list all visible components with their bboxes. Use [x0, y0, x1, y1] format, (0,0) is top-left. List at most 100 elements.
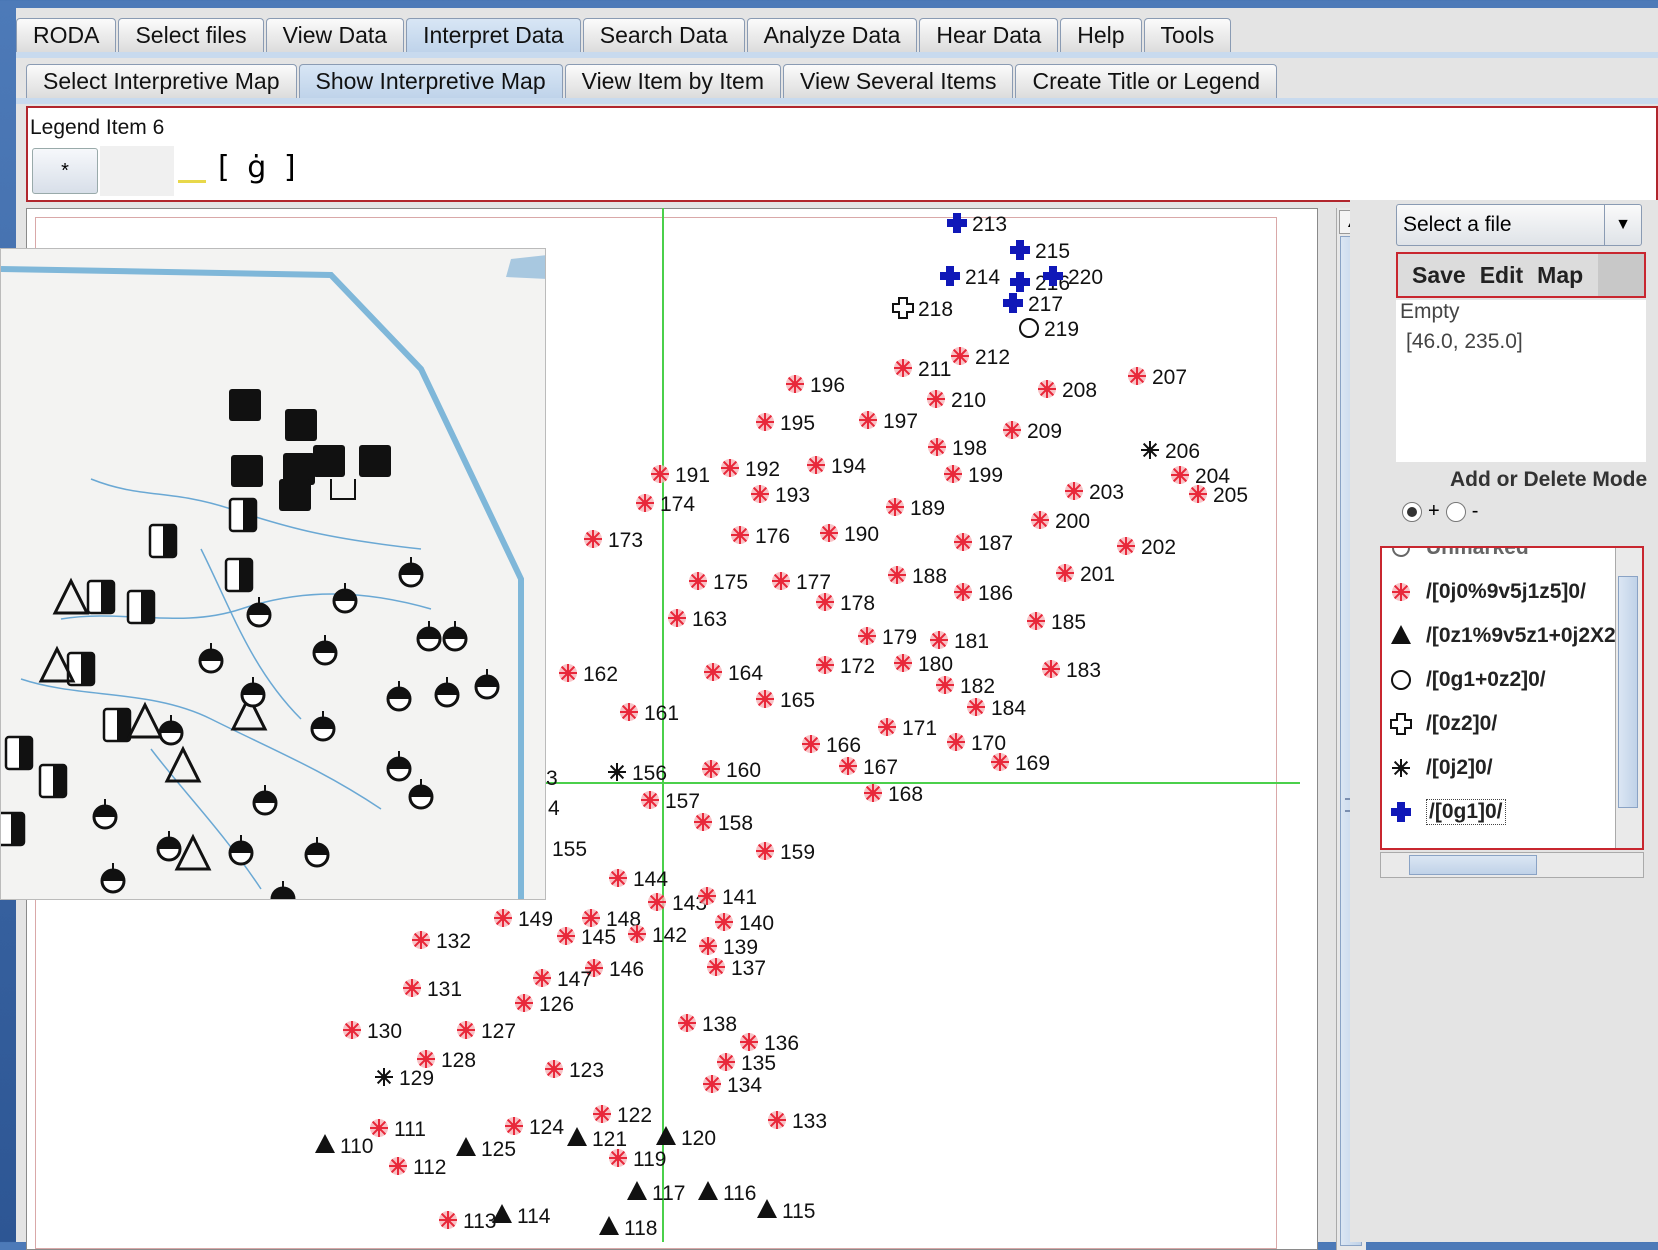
- chevron-down-icon[interactable]: ▼: [1604, 205, 1641, 245]
- map-point-178[interactable]: 178: [816, 592, 875, 615]
- symbol-list-item[interactable]: /[0j0%9v5j1z5]0/: [1388, 570, 1586, 614]
- map-point-159[interactable]: 159: [756, 841, 815, 864]
- list-hscroll-thumb[interactable]: [1409, 855, 1537, 875]
- map-point-187[interactable]: 187: [954, 532, 1013, 555]
- map-point-123[interactable]: 123: [545, 1059, 604, 1082]
- symbol-list-item[interactable]: /[0j2]0/: [1388, 746, 1493, 790]
- map-point-138[interactable]: 138: [678, 1013, 737, 1036]
- delete-mode-radio[interactable]: [1445, 501, 1466, 522]
- map-point-174[interactable]: 174: [636, 493, 695, 516]
- map-point-168[interactable]: 168: [864, 783, 923, 806]
- map-point-145[interactable]: 145: [557, 926, 616, 949]
- edit-button[interactable]: Edit: [1480, 262, 1523, 289]
- map-point-115[interactable]: 115: [757, 1199, 815, 1223]
- map-point-175[interactable]: 175: [689, 571, 748, 594]
- map-point-198[interactable]: 198: [928, 437, 987, 460]
- map-point-135[interactable]: 135: [717, 1052, 776, 1075]
- symbol-list-item[interactable]: /[0g1]0/: [1388, 790, 1506, 834]
- add-mode-radio[interactable]: [1402, 501, 1422, 522]
- map-point-120[interactable]: 120: [656, 1126, 716, 1150]
- map-point-219[interactable]: 219: [1019, 318, 1079, 341]
- map-point-211[interactable]: 211: [894, 358, 951, 381]
- map-point-193[interactable]: 193: [751, 484, 810, 507]
- map-point-202[interactable]: 202: [1117, 536, 1176, 559]
- map-point-183[interactable]: 183: [1042, 659, 1101, 682]
- list-horizontal-scrollbar[interactable]: [1380, 852, 1644, 878]
- map-point-167[interactable]: 167: [839, 756, 898, 779]
- map-point-200[interactable]: 200: [1031, 510, 1090, 533]
- list-vertical-scrollbar[interactable]: [1615, 548, 1642, 848]
- map-point-199[interactable]: 199: [944, 464, 1003, 487]
- map-point-114[interactable]: 114: [492, 1204, 551, 1228]
- map-point-203[interactable]: 203: [1065, 481, 1124, 504]
- map-point-158[interactable]: 158: [694, 812, 753, 835]
- map-point-147[interactable]: 147: [533, 968, 592, 991]
- list-scroll-thumb[interactable]: [1618, 576, 1638, 808]
- map-point-185[interactable]: 185: [1027, 611, 1086, 634]
- map-point-170[interactable]: 170: [947, 732, 1006, 755]
- map-button[interactable]: Map: [1537, 262, 1583, 289]
- map-point-131[interactable]: 131: [403, 978, 462, 1001]
- map-point-137[interactable]: 137: [707, 957, 766, 980]
- map-point-194[interactable]: 194: [807, 455, 866, 478]
- map-point-169[interactable]: 169: [991, 752, 1050, 775]
- symbol-list-item[interactable]: /[0z1%9v5z1+0j2X2: [1388, 614, 1616, 658]
- map-point-172[interactable]: 172: [816, 655, 875, 678]
- map-point-160[interactable]: 160: [702, 759, 761, 782]
- map-point-163[interactable]: 163: [668, 608, 727, 631]
- map-point-215[interactable]: 215: [1010, 240, 1070, 263]
- list-item-partial[interactable]: Unmarked: [1388, 548, 1529, 570]
- map-point-142[interactable]: 142: [628, 924, 687, 947]
- map-point-197[interactable]: 197: [859, 410, 918, 433]
- map-point-179[interactable]: 179: [858, 626, 917, 649]
- map-point-210[interactable]: 210: [927, 389, 986, 412]
- map-point-205[interactable]: 205: [1189, 484, 1248, 507]
- map-point-207[interactable]: 207: [1128, 366, 1187, 389]
- symbol-list-item[interactable]: /[0g1+0z2]0/: [1388, 658, 1546, 702]
- map-point-157[interactable]: 157: [641, 790, 700, 813]
- map-point-191[interactable]: 191: [651, 464, 710, 487]
- map-point-171[interactable]: 171: [878, 717, 937, 740]
- map-point-124[interactable]: 124: [505, 1116, 564, 1139]
- map-point-195[interactable]: 195: [756, 412, 815, 435]
- map-point-192[interactable]: 192: [721, 458, 780, 481]
- map-point-217[interactable]: 217: [1003, 293, 1063, 316]
- map-point-140[interactable]: 140: [715, 912, 774, 935]
- map-point-177[interactable]: 177: [772, 571, 831, 594]
- map-point-213[interactable]: 213: [947, 213, 1007, 236]
- map-point-126[interactable]: 126: [515, 993, 574, 1016]
- map-point-208[interactable]: 208: [1038, 379, 1097, 402]
- map-point-188[interactable]: 188: [888, 565, 947, 588]
- map-point-218[interactable]: 218: [892, 297, 953, 321]
- map-point-182[interactable]: 182: [936, 675, 995, 698]
- map-point-201[interactable]: 201: [1056, 563, 1115, 586]
- map-point-112[interactable]: 112: [389, 1156, 446, 1179]
- map-point-189[interactable]: 189: [886, 497, 945, 520]
- map-point-130[interactable]: 130: [343, 1020, 402, 1043]
- file-select-dropdown[interactable]: Select a file ▼: [1396, 204, 1642, 246]
- symbol-list-item[interactable]: /[0z2]0/: [1388, 702, 1497, 746]
- map-point-214[interactable]: 214: [940, 266, 1000, 289]
- map-point-162[interactable]: 162: [559, 663, 618, 686]
- map-point-173[interactable]: 173: [584, 529, 643, 552]
- map-point-176[interactable]: 176: [731, 525, 790, 548]
- map-point-146[interactable]: 146: [585, 958, 644, 981]
- map-point-117[interactable]: 117: [627, 1181, 685, 1205]
- map-point-129[interactable]: 129: [375, 1067, 434, 1090]
- map-point-206[interactable]: 206: [1141, 440, 1200, 463]
- map-point-196[interactable]: 196: [786, 374, 845, 397]
- map-point-134[interactable]: 134: [703, 1074, 762, 1097]
- map-point-156[interactable]: 156: [608, 762, 667, 785]
- map-point-110[interactable]: 110: [315, 1134, 373, 1158]
- map-point-132[interactable]: 132: [412, 930, 471, 953]
- map-point-161[interactable]: 161: [620, 702, 679, 725]
- map-point-122[interactable]: 122: [593, 1104, 652, 1127]
- map-point-220[interactable]: 220: [1043, 266, 1103, 289]
- map-point-186[interactable]: 186: [954, 582, 1013, 605]
- map-point-165[interactable]: 165: [756, 689, 815, 712]
- map-point-125[interactable]: 125: [456, 1137, 516, 1161]
- map-point-127[interactable]: 127: [457, 1020, 516, 1043]
- map-point-119[interactable]: 119: [609, 1148, 666, 1171]
- map-point-184[interactable]: 184: [967, 697, 1026, 720]
- map-point-111[interactable]: 111: [370, 1118, 426, 1141]
